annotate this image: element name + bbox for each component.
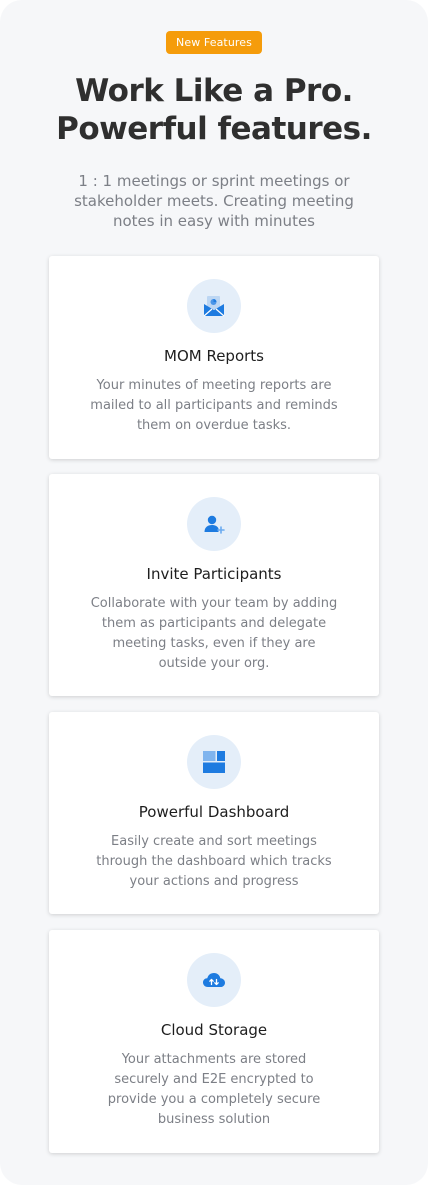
feature-card-cloud-storage: Cloud Storage Your attachments are store… (49, 930, 379, 1153)
feature-description-line: Your attachments are stored (121, 1052, 307, 1067)
feature-card-invite-participants: Invite Participants Collaborate with you… (49, 474, 379, 696)
hero-subtitle-line: stakeholder meets. Creating meeting (74, 192, 354, 210)
cloud-sync-icon (203, 973, 225, 987)
feature-description-line: securely and E2E encrypted to (114, 1072, 314, 1087)
feature-icon-badge (187, 735, 241, 789)
feature-description-line: mailed to all participants and reminds (90, 398, 338, 413)
feature-description: Your minutes of meeting reports are mail… (69, 376, 359, 436)
new-features-badge: New Features (166, 31, 262, 54)
feature-title: Cloud Storage (160, 1021, 268, 1039)
hero-title-line: Powerful features. (56, 111, 372, 147)
feature-description: Your attachments are stored securely and… (69, 1050, 359, 1130)
feature-description-line: them as participants and delegate (101, 616, 327, 631)
feature-icon-badge (187, 497, 241, 551)
feature-description-line: them on overdue tasks. (136, 418, 292, 433)
add-user-icon (204, 515, 225, 534)
feature-icon-badge (187, 279, 241, 333)
feature-title: Invite Participants (146, 565, 282, 583)
feature-description-line: Collaborate with your team by adding (90, 596, 338, 611)
feature-description-line: your actions and progress (129, 874, 299, 889)
feature-description-line: through the dashboard which tracks (96, 854, 332, 869)
feature-description-line: Your minutes of meeting reports are (96, 378, 332, 393)
hero-subtitle: 1 : 1 meetings or sprint meetings or sta… (54, 171, 374, 231)
feature-description-line: meeting tasks, even if they are (112, 636, 316, 651)
feature-description: Collaborate with your team by adding the… (69, 594, 359, 674)
hero-title: Work Like a Pro. Powerful features. (0, 72, 428, 148)
features-panel: New Features Work Like a Pro. Powerful f… (0, 0, 428, 1185)
feature-description-line: Easily create and sort meetings (111, 834, 317, 849)
feature-description-line: business solution (157, 1112, 271, 1127)
feature-description-line: provide you a completely secure (107, 1092, 321, 1107)
dashboard-icon (203, 751, 225, 773)
hero-title-line: Work Like a Pro. (75, 73, 353, 109)
feature-icon-badge (187, 953, 241, 1007)
hero-subtitle-line: notes in easy with minutes (112, 212, 315, 230)
feature-description-line: outside your org. (158, 656, 270, 671)
hero-subtitle-line: 1 : 1 meetings or sprint meetings or (78, 172, 350, 190)
feature-title: Powerful Dashboard (138, 803, 290, 821)
feature-description: Easily create and sort meetings through … (69, 832, 359, 892)
feature-card-mom-reports: MOM Reports Your minutes of meeting repo… (49, 256, 379, 459)
mail-report-icon (203, 296, 225, 317)
feature-card-powerful-dashboard: Powerful Dashboard Easily create and sor… (49, 712, 379, 914)
feature-title: MOM Reports (164, 347, 264, 365)
